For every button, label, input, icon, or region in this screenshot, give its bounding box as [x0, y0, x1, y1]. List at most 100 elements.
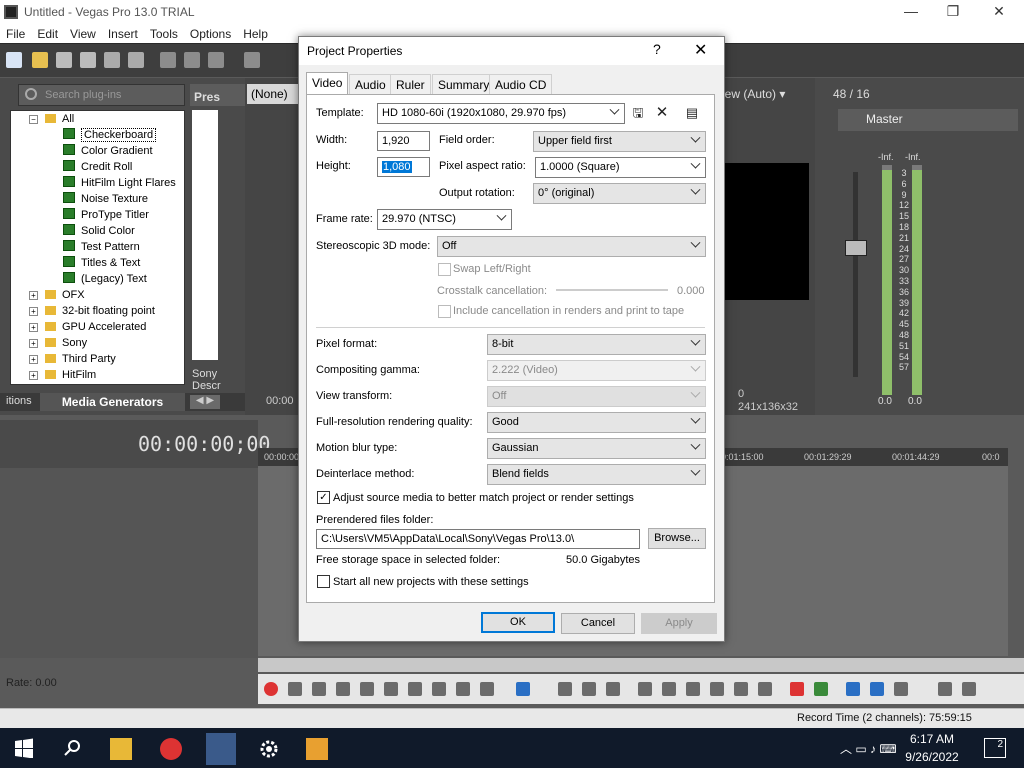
prerendered-folder-input[interactable]: C:\Users\VM5\AppData\Local\Sony\Vegas Pr… [316, 529, 640, 549]
crosstalk-slider[interactable] [556, 289, 668, 291]
chrome-icon[interactable] [160, 738, 182, 760]
tab-transitions[interactable]: itions [6, 395, 32, 407]
trim-end-icon[interactable] [710, 682, 724, 696]
tab-summary[interactable]: Summary [432, 74, 496, 94]
cancel-button[interactable]: Cancel [561, 613, 635, 634]
pixel-aspect-dropdown[interactable]: 1.0000 (Square) [535, 157, 706, 178]
rendering-quality-dropdown[interactable]: Good [487, 412, 706, 433]
trim-start-icon[interactable] [686, 682, 700, 696]
go-to-end-icon[interactable] [432, 682, 446, 696]
match-media-icon[interactable]: ▤ [684, 105, 700, 121]
frame-rate-dropdown[interactable]: 29.970 (NTSC) [377, 209, 512, 230]
zoom-tool-icon[interactable] [606, 682, 620, 696]
stop-icon[interactable] [384, 682, 398, 696]
notification-icon[interactable]: 2 [984, 738, 1006, 758]
open-icon[interactable] [32, 52, 48, 68]
delete-icon[interactable] [638, 682, 652, 696]
preset-dropdown[interactable]: (None) [247, 84, 302, 104]
menu-file[interactable]: File [0, 27, 31, 41]
paste-icon[interactable] [208, 52, 224, 68]
auto-crossfade-icon[interactable] [870, 682, 884, 696]
record-icon[interactable] [264, 682, 278, 696]
file-explorer-icon[interactable] [110, 738, 132, 760]
selection-tool-icon[interactable] [582, 682, 596, 696]
menu-help[interactable]: Help [237, 27, 274, 41]
tree-item-generator[interactable]: Test Pattern [63, 239, 140, 255]
save-template-icon[interactable]: 🖫 [630, 105, 646, 121]
swap-left-right-checkbox[interactable] [438, 263, 451, 276]
play-from-start-icon[interactable] [312, 682, 326, 696]
close-button[interactable]: ✕ [976, 0, 1022, 24]
tab-audio[interactable]: Audio [349, 74, 392, 94]
width-input[interactable]: 1,920 [377, 131, 430, 151]
delete-template-icon[interactable]: ✕ [654, 105, 670, 121]
start-all-projects-checkbox[interactable] [317, 575, 330, 588]
save-icon[interactable] [56, 52, 72, 68]
tree-item-generator[interactable]: Color Gradient [63, 143, 153, 159]
menu-edit[interactable]: Edit [31, 27, 64, 41]
menu-view[interactable]: View [64, 27, 102, 41]
snapping-icon[interactable] [846, 682, 860, 696]
undo-icon[interactable] [244, 52, 260, 68]
next-frame-icon[interactable] [480, 682, 494, 696]
collapse-icon[interactable]: − [29, 115, 38, 124]
deinterlace-dropdown[interactable]: Blend fields [487, 464, 706, 485]
pause-icon[interactable] [360, 682, 374, 696]
settings-icon[interactable] [258, 738, 280, 760]
tab-ruler[interactable]: Ruler [390, 74, 431, 94]
expand-icon[interactable]: + [29, 291, 38, 300]
compositing-gamma-dropdown[interactable]: 2.222 (Video) [487, 360, 706, 381]
lock-envelopes-icon[interactable] [938, 682, 952, 696]
menu-insert[interactable]: Insert [102, 27, 144, 41]
tree-folder[interactable]: Sony [45, 335, 87, 351]
pixel-format-dropdown[interactable]: 8-bit [487, 334, 706, 355]
ripple-edit-icon[interactable] [894, 682, 908, 696]
tab-video[interactable]: Video [306, 72, 349, 95]
start-icon[interactable] [14, 738, 36, 760]
include-cancellation-checkbox[interactable] [438, 305, 451, 318]
tree-folder[interactable]: 32-bit floating point [45, 303, 155, 319]
motion-blur-dropdown[interactable]: Gaussian [487, 438, 706, 459]
tree-item-all[interactable]: All [45, 111, 74, 127]
trim-icon[interactable] [662, 682, 676, 696]
loop-icon[interactable] [288, 682, 302, 696]
tree-folder[interactable]: OFX [45, 287, 85, 303]
browse-button[interactable]: Browse... [648, 528, 706, 549]
envelope-tool-icon[interactable] [558, 682, 572, 696]
normal-edit-tool-icon[interactable] [516, 682, 530, 696]
output-rotation-dropdown[interactable]: 0° (original) [533, 183, 706, 204]
apply-button[interactable]: Apply [641, 613, 717, 634]
search-input[interactable]: Search plug-ins [18, 84, 185, 106]
tree-item-generator[interactable]: Noise Texture [63, 191, 148, 207]
clock[interactable]: 6:17 AM 9/26/2022 [900, 730, 964, 766]
tab-scroll-arrows[interactable]: ◀ ▶ [190, 395, 220, 409]
menu-options[interactable]: Options [184, 27, 237, 41]
properties-icon[interactable] [104, 52, 120, 68]
tree-item-generator[interactable]: Credit Roll [63, 159, 132, 175]
expand-icon[interactable]: + [29, 323, 38, 332]
lock-icon[interactable] [758, 682, 772, 696]
search-icon[interactable] [62, 738, 84, 760]
adjust-source-media-checkbox[interactable]: ✓ [317, 491, 330, 504]
region-icon[interactable] [814, 682, 828, 696]
tree-item-generator[interactable]: Checkerboard [63, 127, 157, 143]
stereo-3d-dropdown[interactable]: Off [437, 236, 706, 257]
go-to-start-icon[interactable] [408, 682, 422, 696]
marker-icon[interactable] [790, 682, 804, 696]
tree-item-generator[interactable]: HitFilm Light Flares [63, 175, 176, 191]
save-as-icon[interactable] [80, 52, 96, 68]
split-icon[interactable] [734, 682, 748, 696]
minimize-button[interactable]: — [888, 0, 934, 24]
play-icon[interactable] [336, 682, 350, 696]
ok-button[interactable]: OK [481, 612, 555, 633]
presets-list[interactable] [192, 110, 218, 360]
expand-icon[interactable]: + [29, 355, 38, 364]
preview-quality-dropdown[interactable]: iew (Auto) ▾ [722, 87, 785, 101]
prev-frame-icon[interactable] [456, 682, 470, 696]
tab-media-generators[interactable]: Media Generators [40, 393, 185, 411]
view-transform-dropdown[interactable]: Off [487, 386, 706, 407]
tab-audio-cd[interactable]: Audio CD [489, 74, 553, 94]
expand-icon[interactable]: + [29, 339, 38, 348]
ignore-grouping-icon[interactable] [962, 682, 976, 696]
maximize-button[interactable]: ❐ [930, 0, 976, 24]
